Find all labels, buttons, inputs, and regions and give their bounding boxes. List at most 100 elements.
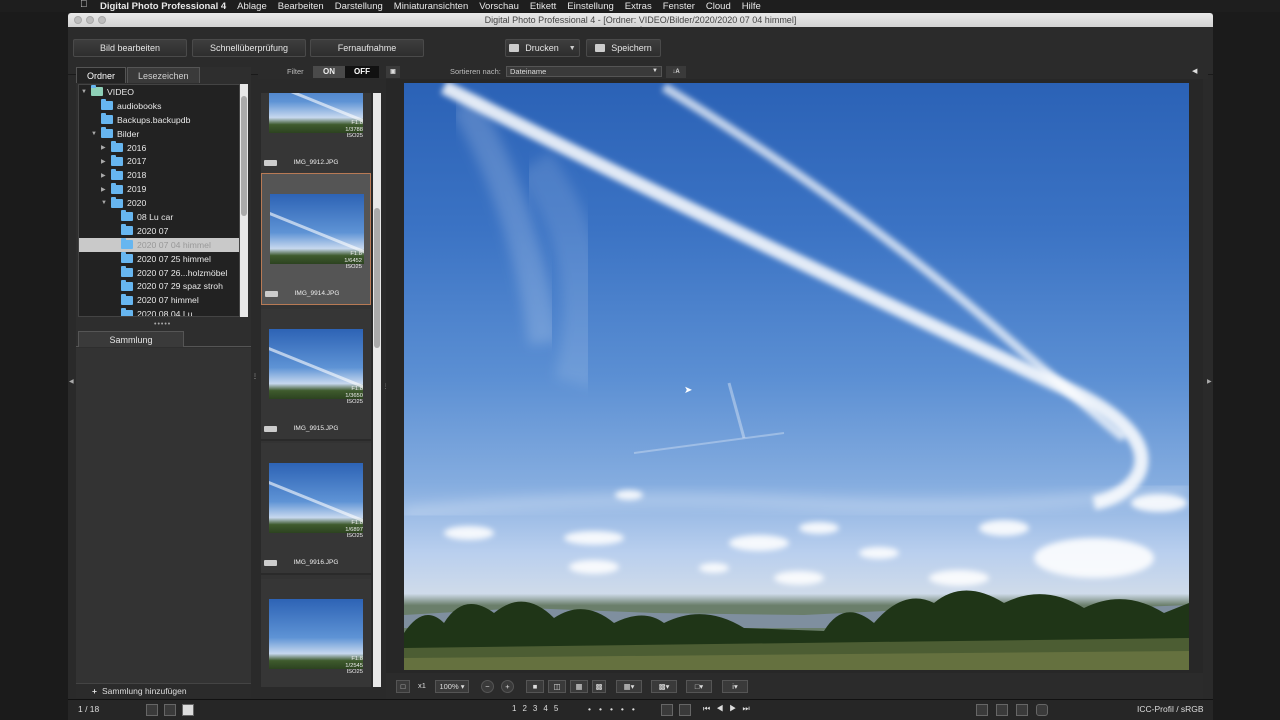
disclosure-icon[interactable]: ▼ [101, 200, 107, 206]
collapse-right-icon[interactable]: ▶ [1207, 378, 1212, 385]
grid-view-icon[interactable]: ▩ [592, 680, 606, 693]
rotate-left-icon[interactable] [661, 704, 673, 716]
menu-item[interactable]: Etikett [530, 1, 556, 12]
panel-resize-grip[interactable]: ••••• [154, 321, 171, 328]
tab-folders[interactable]: Ordner [76, 67, 127, 83]
remote-shooting-button[interactable]: Fernaufnahme [310, 39, 424, 57]
close-window-icon[interactable] [74, 16, 82, 24]
view-fit-icon[interactable] [976, 704, 988, 716]
thumbnail[interactable]: F1.8 1/3650 ISO25 IMG_9915.JPG [261, 309, 371, 441]
chevron-down-icon[interactable]: ▼ [569, 45, 576, 52]
menu-item[interactable]: Vorschau [479, 1, 519, 12]
rating-1[interactable]: 1 [512, 704, 516, 713]
minimize-window-icon[interactable] [86, 16, 94, 24]
tree-item[interactable]: ▼ Bilder [79, 127, 239, 141]
camera-icon[interactable] [1036, 704, 1048, 716]
sort-select[interactable]: Dateiname ▼ [506, 66, 662, 77]
tree-item[interactable]: ▶ 2016 [79, 141, 239, 155]
single-view-icon[interactable]: ■ [526, 680, 544, 693]
apple-icon[interactable]:  [80, 0, 88, 10]
lock-icon[interactable]: ▣ [386, 66, 400, 78]
tree-item[interactable]: audiobooks [79, 99, 239, 113]
tree-item[interactable]: 2020 07 29 spaz stroh [79, 279, 239, 293]
tree-item[interactable]: 08 Lu car [79, 210, 239, 224]
zoom-out-icon[interactable]: − [481, 680, 494, 693]
tree-item[interactable]: ▼ VIDEO [79, 85, 239, 99]
menu-item[interactable]: Ablage [237, 1, 267, 12]
thumbnail[interactable]: F1.8 1/6452 ISO25 IMG_9914.JPG [261, 173, 371, 305]
tree-item[interactable]: 2020 07 25 himmel [79, 252, 239, 266]
filter-off-button[interactable]: OFF [345, 66, 379, 78]
disclosure-icon[interactable]: ▶ [101, 172, 106, 179]
disclosure-icon[interactable]: ▶ [101, 186, 106, 193]
quick-check-button[interactable]: Schnellüberprüfung [192, 39, 306, 57]
tree-item[interactable]: 2020 07 26...holzmöbel [79, 266, 239, 280]
disclosure-icon[interactable]: ▶ [101, 158, 106, 165]
tree-item[interactable]: 2020 07 [79, 224, 239, 238]
split-view-icon[interactable]: ▦ [570, 680, 588, 693]
tree-item[interactable]: ▶ 2018 [79, 168, 239, 182]
navigation-controls-icon[interactable]: ⏮◀▶⏭ [703, 704, 756, 714]
save-button[interactable]: Speichern [586, 39, 661, 57]
add-collection-button[interactable]: + Sammlung hinzufügen [76, 683, 251, 698]
fit-screen-icon[interactable]: □ [396, 680, 410, 693]
tree-scrollbar[interactable] [240, 84, 248, 317]
tree-item[interactable]: 2020 08 04 Lu [79, 307, 239, 316]
list-thumbnails-icon[interactable] [164, 704, 176, 716]
menu-item[interactable]: Fenster [663, 1, 695, 12]
tree-item-label: 08 Lu car [137, 211, 174, 222]
highlight-warning-icon[interactable]: □▾ [686, 680, 712, 693]
sort-order-icon[interactable]: ↓A [666, 66, 686, 78]
print-button[interactable]: Drucken ▼ [505, 39, 580, 57]
tree-item[interactable]: Backups.backupdb [79, 113, 239, 127]
filter-on-button[interactable]: ON [313, 66, 345, 78]
rotate-right-icon[interactable] [679, 704, 691, 716]
collapse-panel-icon[interactable]: ◀ [1192, 67, 1197, 75]
thumbnail-scrollbar[interactable] [373, 93, 381, 687]
tab-bookmarks[interactable]: Lesezeichen [127, 67, 200, 83]
tab-collection[interactable]: Sammlung [78, 331, 184, 347]
info-icon[interactable]: i▾ [722, 680, 748, 693]
loupe-icon[interactable] [1016, 704, 1028, 716]
menu-item[interactable]: Cloud [706, 1, 731, 12]
disclosure-icon[interactable]: ▶ [101, 144, 106, 151]
rating-4[interactable]: 4 [543, 704, 547, 713]
menu-item[interactable]: Darstellung [335, 1, 383, 12]
rating-3[interactable]: 3 [533, 704, 537, 713]
zoom-in-icon[interactable]: + [501, 680, 514, 693]
tree-scroll-thumb[interactable] [241, 96, 247, 216]
tree-item[interactable]: 2020 07 himmel [79, 293, 239, 307]
zoom-select[interactable]: 100% ▾ [435, 680, 469, 693]
af-point-icon[interactable]: ▩▾ [651, 680, 677, 693]
left-splitter-grip[interactable]: ⋮ [252, 373, 258, 380]
thumbnail[interactable]: F1.8 1/6897 ISO25 IMG_9916.JPG [261, 443, 371, 575]
histogram-icon[interactable] [996, 704, 1008, 716]
rating-2[interactable]: 2 [522, 704, 526, 713]
compare-view-icon[interactable]: ◫ [548, 680, 566, 693]
disclosure-icon[interactable]: ▼ [91, 131, 97, 137]
menu-item[interactable]: Extras [625, 1, 652, 12]
preview-layout-icon[interactable] [182, 704, 194, 716]
tree-item[interactable]: ▶ 2017 [79, 154, 239, 168]
rating-5[interactable]: 5 [554, 704, 558, 713]
menu-item[interactable]: Miniaturansichten [394, 1, 468, 12]
preview-image[interactable]: ➤ [404, 83, 1189, 670]
tree-item[interactable]: 2020 07 04 himmel [79, 237, 239, 252]
menu-item[interactable]: Einstellung [567, 1, 613, 12]
disclosure-icon[interactable]: ▼ [81, 89, 87, 95]
thumbnail[interactable]: F1.8 1/2545 ISO25 [261, 579, 371, 687]
zoom-window-icon[interactable] [98, 16, 106, 24]
thumbnail-scroll-thumb[interactable] [374, 208, 380, 348]
menu-item[interactable]: Bearbeiten [278, 1, 324, 12]
tree-item[interactable]: ▼ 2020 [79, 196, 239, 210]
menu-item[interactable]: Hilfe [742, 1, 761, 12]
edit-image-button[interactable]: Bild bearbeiten [73, 39, 187, 57]
check-marks-icon[interactable]: ••••• [588, 704, 643, 714]
grid-thumbnails-icon[interactable] [146, 704, 158, 716]
zoom-multiplier[interactable]: x1 [414, 680, 430, 693]
tree-item[interactable]: ▶ 2019 [79, 182, 239, 196]
collapse-left-icon[interactable]: ◀ [69, 378, 74, 385]
menu-item[interactable]: Digital Photo Professional 4 [100, 1, 226, 12]
grid-overlay-icon[interactable]: ▦▾ [616, 680, 642, 693]
thumbnail[interactable]: F1.8 1/3788 ISO25 IMG_9912.JPG [261, 93, 371, 175]
